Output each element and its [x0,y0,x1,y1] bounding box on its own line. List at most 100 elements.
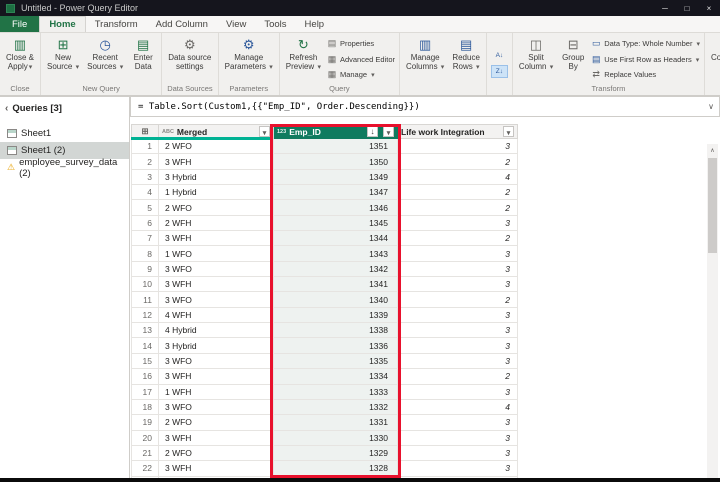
life-work-integration-cell[interactable]: 3 [398,431,518,446]
life-work-integration-cell[interactable]: 3 [398,461,518,476]
emp-id-cell[interactable]: 1340 [274,292,398,307]
refresh-preview-button[interactable]: ↻ Refresh Preview [282,34,325,84]
merged-cell[interactable]: 1 WFH [159,385,274,400]
merged-cell[interactable]: 3 WFO [159,400,274,415]
manage-button[interactable]: ▦ Manage [327,68,395,81]
formula-bar[interactable]: = Table.Sort(Custom1,{{"Emp_ID", Order.D… [130,96,720,117]
emp-id-cell[interactable]: 1342 [274,262,398,277]
row-number-cell[interactable]: 18 [131,400,159,415]
filter-dropdown-button[interactable] [383,126,394,137]
row-number-cell[interactable]: 11 [131,292,159,307]
emp-id-cell[interactable]: 1335 [274,354,398,369]
sort-ascending-button[interactable]: A↓ [491,49,508,62]
emp-id-cell[interactable]: 1350 [274,154,398,169]
column-header-life-work-integration[interactable]: Life work Integration [398,124,518,139]
merged-cell[interactable]: 2 WFO [159,200,274,215]
emp-id-cell[interactable]: 1344 [274,231,398,246]
merged-cell[interactable]: 1 WFO [159,246,274,261]
life-work-integration-cell[interactable]: 3 [398,139,518,154]
life-work-integration-cell[interactable]: 2 [398,185,518,200]
row-number-cell[interactable]: 14 [131,338,159,353]
life-work-integration-cell[interactable]: 3 [398,354,518,369]
merged-cell[interactable]: 3 Hybrid [159,170,274,185]
row-number-cell[interactable]: 8 [131,246,159,261]
row-number-cell[interactable]: 1 [131,139,159,154]
life-work-integration-cell[interactable]: 3 [398,323,518,338]
merged-cell[interactable]: 3 Hybrid [159,338,274,353]
merged-cell[interactable]: 3 WFO [159,262,274,277]
formula-input[interactable]: = Table.Sort(Custom1,{{"Emp_ID", Order.D… [131,102,420,112]
row-number-cell[interactable]: 7 [131,231,159,246]
close-and-apply-button[interactable]: ▥ Close & Apply [2,34,38,84]
row-number-cell[interactable]: 9 [131,262,159,277]
row-number-cell[interactable]: 10 [131,277,159,292]
row-number-cell[interactable]: 19 [131,415,159,430]
enter-data-button[interactable]: ▤ Enter Data [127,34,159,84]
merged-cell[interactable]: 3 WFO [159,292,274,307]
merged-cell[interactable]: 3 WFH [159,154,274,169]
tab-view[interactable]: View [217,16,255,32]
emp-id-cell[interactable]: 1346 [274,200,398,215]
collapse-pane-icon[interactable]: ‹ [5,103,8,114]
life-work-integration-cell[interactable]: 3 [398,277,518,292]
row-number-cell[interactable]: 17 [131,385,159,400]
emp-id-cell[interactable]: 1330 [274,431,398,446]
scrollbar-thumb[interactable] [708,158,717,253]
row-number-cell[interactable]: 13 [131,323,159,338]
merged-cell[interactable]: 3 WFH [159,461,274,476]
emp-id-cell[interactable]: 1328 [274,461,398,476]
life-work-integration-cell[interactable]: 3 [398,446,518,461]
use-first-row-as-headers-button[interactable]: ▤ Use First Row as Headers [591,53,700,66]
emp-id-cell[interactable]: 1347 [274,185,398,200]
merged-cell[interactable]: 2 WFO [159,415,274,430]
maximize-button[interactable]: □ [676,0,698,16]
replace-values-button[interactable]: ⇄ Replace Values [591,68,700,81]
query-item-employee-survey-data-2[interactable]: ⚠ employee_survey_data (2) [0,159,129,176]
merged-cell[interactable]: 2 WFO [159,446,274,461]
manage-columns-button[interactable]: ▥ Manage Columns [402,34,448,93]
manage-parameters-button[interactable]: ⚙ Manage Parameters [221,34,277,84]
emp-id-cell[interactable]: 1339 [274,308,398,323]
tab-file[interactable]: File [0,16,39,32]
row-number-cell[interactable]: 15 [131,354,159,369]
row-number-cell[interactable]: 22 [131,461,159,476]
row-number-cell[interactable]: 5 [131,200,159,215]
scroll-up-icon[interactable]: ∧ [707,144,718,156]
vertical-scrollbar[interactable]: ∧ [707,144,718,478]
emp-id-cell[interactable]: 1334 [274,369,398,384]
row-number-cell[interactable]: 21 [131,446,159,461]
life-work-integration-cell[interactable]: 3 [398,216,518,231]
emp-id-cell[interactable]: 1332 [274,400,398,415]
life-work-integration-cell[interactable]: 2 [398,292,518,307]
merged-cell[interactable]: 3 WFO [159,354,274,369]
new-source-button[interactable]: ⊞ New Source [43,34,83,84]
life-work-integration-cell[interactable]: 3 [398,338,518,353]
row-number-cell[interactable]: 6 [131,216,159,231]
life-work-integration-cell[interactable]: 3 [398,415,518,430]
merged-cell[interactable]: 3 WFH [159,277,274,292]
emp-id-cell[interactable]: 1341 [274,277,398,292]
merged-cell[interactable]: 3 WFH [159,231,274,246]
tab-home[interactable]: Home [39,16,85,32]
advanced-editor-button[interactable]: ▦ Advanced Editor [327,53,395,66]
tab-add-column[interactable]: Add Column [147,16,217,32]
emp-id-cell[interactable]: 1349 [274,170,398,185]
column-header-emp-id[interactable]: 123 Emp_ID ↓ [274,124,398,139]
row-number-cell[interactable]: 4 [131,185,159,200]
filter-dropdown-button[interactable] [259,126,270,137]
row-number-cell[interactable]: 12 [131,308,159,323]
life-work-integration-cell[interactable]: 3 [398,385,518,400]
merged-cell[interactable]: 2 WFO [159,139,274,154]
row-number-cell[interactable]: 3 [131,170,159,185]
life-work-integration-cell[interactable]: 4 [398,400,518,415]
close-button[interactable]: × [698,0,720,16]
properties-button[interactable]: ▤ Properties [327,37,395,50]
group-by-button[interactable]: ⊟ Group By [557,34,589,84]
emp-id-cell[interactable]: 1338 [274,323,398,338]
emp-id-cell[interactable]: 1351 [274,139,398,154]
merged-cell[interactable]: 1 Hybrid [159,185,274,200]
life-work-integration-cell[interactable]: 2 [398,231,518,246]
life-work-integration-cell[interactable]: 3 [398,308,518,323]
recent-sources-button[interactable]: ◷ Recent Sources [83,34,127,84]
split-column-button[interactable]: ◫ Split Column [515,34,557,84]
